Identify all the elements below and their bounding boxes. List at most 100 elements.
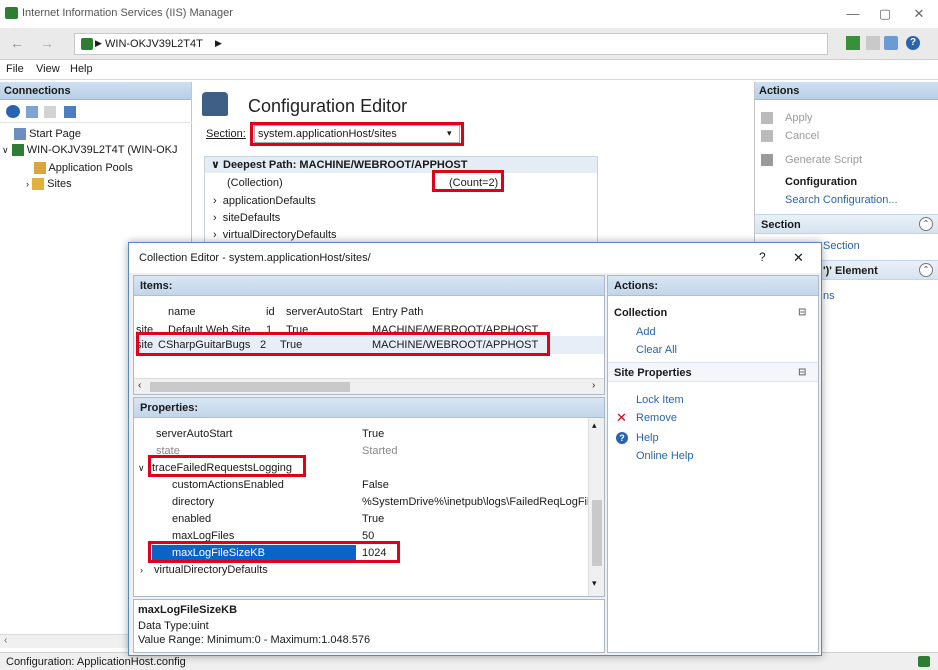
scroll-left-icon[interactable]: ‹	[138, 380, 141, 391]
site-properties-section-header[interactable]: Site Properties ⊟	[608, 362, 818, 382]
breadcrumb-arrow-icon: ▶	[215, 38, 222, 48]
expand-chevron-icon[interactable]: ›	[213, 212, 217, 224]
expand-chevron-icon[interactable]: ›	[140, 565, 143, 575]
column-id[interactable]: id	[266, 306, 275, 318]
tree-start-page[interactable]: Start Page	[14, 128, 81, 141]
prop-name[interactable]: directory	[172, 496, 214, 508]
prop-name[interactable]: virtualDirectoryDefaults	[154, 564, 268, 576]
row-label: applicationDefaults	[222, 195, 316, 207]
online-help-action[interactable]: Online Help	[636, 450, 693, 462]
help-action[interactable]: Help	[636, 432, 659, 444]
prop-value[interactable]: %SystemDrive%\inetpub\logs\FailedReqLogF…	[362, 496, 589, 508]
application-defaults-row[interactable]: › applicationDefaults	[213, 195, 316, 207]
items-grid: Items: name id serverAutoStart Entry Pat…	[133, 275, 605, 395]
apply-action[interactable]: Apply	[785, 112, 813, 124]
deepest-path-row[interactable]: ∨ Deepest Path: MACHINE/WEBROOT/APPHOST	[205, 157, 597, 173]
remove-action[interactable]: Remove	[636, 412, 677, 424]
prop-value[interactable]: True	[362, 513, 384, 525]
configuration-header: Configuration	[785, 176, 858, 188]
app-pools-icon	[34, 162, 46, 175]
element-action-partial[interactable]: ns	[823, 290, 835, 302]
connect-globe-icon[interactable]	[6, 105, 20, 118]
home-icon[interactable]	[884, 36, 898, 50]
generate-script-action[interactable]: Generate Script	[785, 154, 862, 166]
collapse-icon[interactable]: ⊟	[798, 363, 806, 383]
minimize-icon[interactable]: —	[840, 4, 866, 24]
highlight-count	[432, 170, 504, 192]
scroll-down-icon[interactable]: ▾	[592, 578, 597, 589]
tree-sites[interactable]: › Sites	[26, 178, 72, 191]
tree-label: WIN-OKJV39L2T4T (WIN-OKJ	[26, 144, 178, 156]
connect-icon[interactable]	[846, 36, 860, 50]
menu-view[interactable]: View	[36, 63, 60, 75]
description-pane: maxLogFileSizeKB Data Type:uint Value Ra…	[133, 599, 605, 653]
collapse-chevron-icon[interactable]: ∨	[138, 463, 145, 474]
maximize-icon[interactable]: ▢	[872, 4, 898, 24]
items-header: Items:	[134, 276, 604, 296]
config-grid: ∨ Deepest Path: MACHINE/WEBROOT/APPHOST …	[204, 156, 598, 246]
prop-value[interactable]: False	[362, 479, 389, 491]
column-entry-path[interactable]: Entry Path	[372, 306, 423, 318]
collapse-section-icon[interactable]: ⌃	[919, 217, 933, 231]
prop-value[interactable]: Started	[362, 445, 397, 457]
clear-all-action[interactable]: Clear All	[636, 344, 677, 356]
search-configuration-link[interactable]: Search Configuration...	[785, 194, 898, 206]
status-server-icon	[918, 656, 930, 667]
menu-file[interactable]: File	[6, 63, 24, 75]
site-properties-header-label: Site Properties	[614, 367, 692, 379]
cancel-action[interactable]: Cancel	[785, 130, 819, 142]
collection-section-header[interactable]: Collection ⊟	[608, 304, 818, 322]
collection-row[interactable]: (Collection)	[227, 177, 283, 189]
virtual-directory-defaults-row[interactable]: › virtualDirectoryDefaults	[213, 229, 337, 241]
scroll-thumb[interactable]	[592, 500, 602, 566]
dialog-title-bar: Collection Editor - system.applicationHo…	[129, 243, 821, 273]
column-name[interactable]: name	[168, 306, 196, 318]
tree-server[interactable]: ∨ WIN-OKJV39L2T4T (WIN-OKJ	[2, 144, 178, 157]
section-header[interactable]: Section ⌃	[755, 214, 938, 234]
expand-chevron-icon[interactable]: ›	[213, 229, 217, 241]
dialog-close-button[interactable]: ✕	[793, 250, 804, 266]
cancel-icon	[761, 130, 773, 142]
scroll-left-icon[interactable]: ‹	[4, 635, 7, 646]
scroll-right-icon[interactable]: ›	[592, 380, 595, 391]
status-text: Configuration: ApplicationHost.config	[6, 656, 186, 668]
menu-help[interactable]: Help	[70, 63, 93, 75]
items-hscrollbar[interactable]: ‹ ›	[134, 378, 604, 394]
remove-icon: ✕	[616, 410, 627, 425]
up-icon[interactable]	[44, 106, 56, 118]
expand-chevron-icon[interactable]: ›	[26, 179, 29, 189]
prop-name[interactable]: customActionsEnabled	[172, 479, 284, 491]
dialog-help-button[interactable]: ?	[759, 250, 766, 264]
collapse-chevron-icon[interactable]: ∨	[211, 159, 220, 171]
disconnect-icon[interactable]	[866, 36, 880, 50]
breadcrumb-server[interactable]: WIN-OKJV39L2T4T	[105, 38, 203, 50]
dialog-actions-pane: Actions: Collection ⊟ Add Clear All Site…	[607, 275, 819, 653]
section-action-partial[interactable]: Section	[823, 240, 860, 252]
scroll-up-icon[interactable]: ▴	[592, 420, 597, 431]
forward-arrow-icon[interactable]: →	[40, 35, 54, 51]
properties-vscrollbar[interactable]: ▴ ▾	[588, 418, 604, 596]
address-field[interactable]: ▶ WIN-OKJV39L2T4T ▶	[74, 33, 828, 55]
prop-value[interactable]: True	[362, 428, 384, 440]
connections-toolbar	[0, 101, 192, 123]
description-type: Data Type:uint	[138, 620, 209, 632]
help-icon[interactable]: ?	[906, 36, 920, 50]
scroll-thumb[interactable]	[150, 382, 350, 392]
tree-application-pools[interactable]: Application Pools	[34, 162, 133, 175]
lock-item-action[interactable]: Lock Item	[636, 394, 684, 406]
collapse-icon[interactable]: ⊟	[798, 304, 806, 322]
description-title: maxLogFileSizeKB	[138, 604, 238, 616]
add-action[interactable]: Add	[636, 326, 656, 338]
expand-chevron-icon[interactable]: ›	[213, 195, 217, 207]
expand-chevron-icon[interactable]: ∨	[2, 145, 9, 155]
close-icon[interactable]: ✕	[906, 4, 932, 24]
prop-name[interactable]: enabled	[172, 513, 211, 525]
site-defaults-row[interactable]: › siteDefaults	[213, 212, 280, 224]
collapse-element-icon[interactable]: ⌃	[919, 263, 933, 277]
back-arrow-icon[interactable]: ←	[10, 35, 24, 51]
save-icon[interactable]	[26, 106, 38, 118]
highlight-trace-logging	[148, 455, 306, 477]
prop-name[interactable]: serverAutoStart	[156, 428, 232, 440]
refresh-icon[interactable]	[64, 106, 76, 118]
column-serverautostart[interactable]: serverAutoStart	[286, 306, 362, 318]
